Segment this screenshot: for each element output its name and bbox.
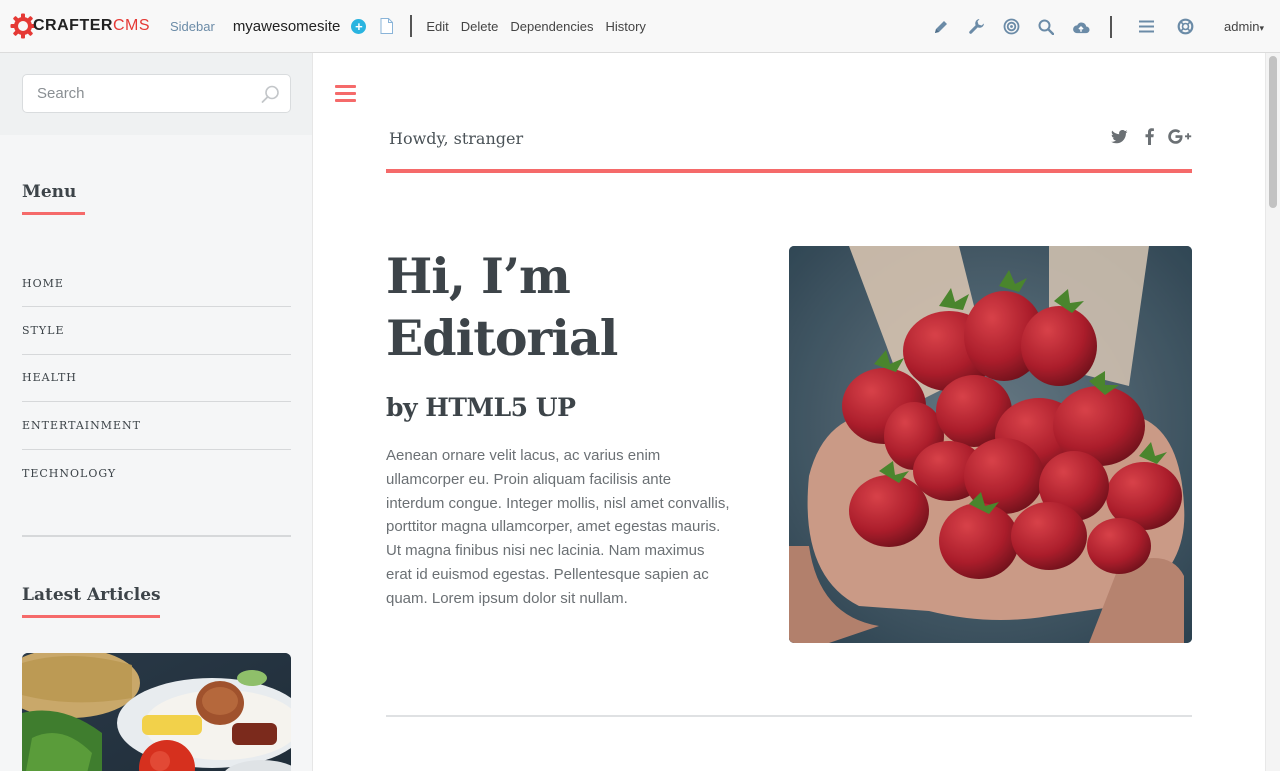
- pencil-icon[interactable]: [932, 18, 950, 36]
- google-plus-icon[interactable]: [1168, 129, 1192, 144]
- toolbar-divider: [410, 15, 413, 37]
- hamburger-menu-icon[interactable]: [335, 85, 356, 102]
- user-menu[interactable]: admin▾: [1224, 19, 1264, 34]
- menu-item-health[interactable]: HEALTH: [22, 355, 291, 402]
- sidebar-search-section: [0, 53, 312, 135]
- plus-circle-icon[interactable]: +: [351, 18, 367, 34]
- wrench-icon[interactable]: [967, 18, 985, 36]
- toolbar-divider: [1110, 15, 1113, 38]
- target-icon[interactable]: [1002, 18, 1020, 36]
- article-thumbnail-image[interactable]: [22, 653, 291, 771]
- sidebar-divider: [22, 535, 291, 537]
- document-icon[interactable]: [380, 18, 394, 34]
- search-icon[interactable]: [261, 85, 280, 104]
- scrollbar-thumb[interactable]: [1269, 56, 1277, 208]
- latest-articles-heading: Latest Articles: [22, 585, 161, 605]
- hero-subtitle: by HTML5 UP: [386, 393, 576, 422]
- menu-list: HOME STYLE HEALTH ENTERTAINMENT TECHNOLO…: [22, 260, 291, 497]
- top-toolbar: CRAFTERCMS Sidebar myawesomesite + Edit …: [0, 0, 1280, 53]
- hero-title-line2: Editorial: [386, 309, 618, 367]
- page-header: Howdy, stranger: [386, 111, 1192, 173]
- facebook-icon[interactable]: [1145, 128, 1154, 145]
- menu-item-home[interactable]: HOME: [22, 260, 291, 307]
- social-icons: [1097, 128, 1192, 145]
- lifebuoy-icon[interactable]: [1176, 18, 1194, 36]
- section-divider: [386, 715, 1192, 717]
- hero-title-line1: Hi, I’m: [386, 247, 571, 305]
- greeting-text: Howdy, stranger: [389, 129, 524, 148]
- crafter-cms-logo[interactable]: CRAFTERCMS: [10, 0, 150, 53]
- edit-button[interactable]: Edit: [426, 19, 448, 34]
- sidebar: Menu HOME STYLE HEALTH ENTERTAINMENT TEC…: [0, 53, 313, 771]
- menu-heading-underline: [22, 212, 85, 215]
- history-button[interactable]: History: [605, 19, 645, 34]
- user-name: admin: [1224, 19, 1260, 34]
- logo-text: CRAFTERCMS: [33, 17, 150, 34]
- twitter-icon[interactable]: [1111, 129, 1128, 144]
- caret-down-icon: ▾: [1259, 23, 1264, 33]
- menu-item-entertainment[interactable]: ENTERTAINMENT: [22, 402, 291, 450]
- menu-section: Menu HOME STYLE HEALTH ENTERTAINMENT TEC…: [0, 182, 312, 771]
- cloud-upload-icon[interactable]: [1072, 18, 1090, 36]
- menu-heading: Menu: [22, 182, 77, 202]
- page-scrollbar[interactable]: [1265, 53, 1280, 771]
- menu-item-style[interactable]: STYLE: [22, 307, 291, 355]
- search-box: [22, 74, 291, 113]
- hero-text-block: Hi, I’m Editorial by HTML5 UP Aenean orn…: [386, 245, 756, 611]
- hero-title: Hi, I’m Editorial: [386, 245, 756, 369]
- menu-item-technology[interactable]: TECHNOLOGY: [22, 450, 291, 498]
- strawberries-hero-image[interactable]: [789, 246, 1192, 643]
- search-input[interactable]: [23, 75, 290, 112]
- hero-paragraph: Aenean ornare velit lacus, ac varius eni…: [386, 447, 730, 607]
- main-content: Howdy, stranger Hi, I’m Editorial by HTM…: [314, 53, 1265, 771]
- site-name[interactable]: myawesomesite: [233, 18, 341, 35]
- search-icon[interactable]: [1037, 18, 1055, 36]
- menu-icon[interactable]: [1137, 18, 1155, 36]
- dependencies-button[interactable]: Dependencies: [510, 19, 593, 34]
- delete-button[interactable]: Delete: [461, 19, 499, 34]
- toolbar-right-group: admin▾: [915, 0, 1280, 53]
- sidebar-toggle-link[interactable]: Sidebar: [170, 19, 215, 34]
- latest-articles-underline: [22, 615, 160, 618]
